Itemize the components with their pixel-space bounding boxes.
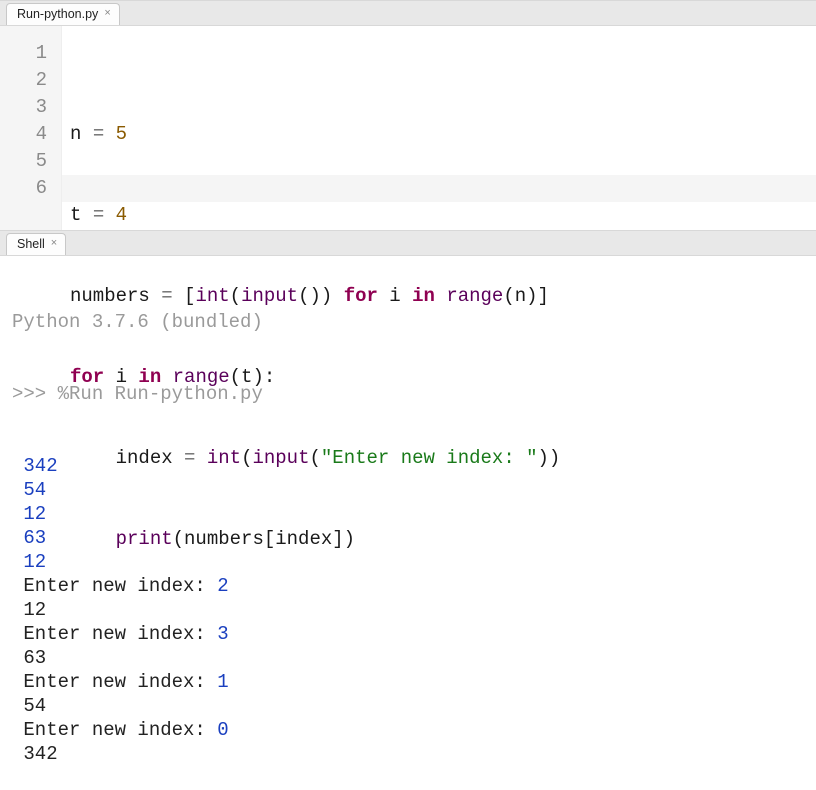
line-number: 3	[0, 94, 47, 121]
line-number-gutter: 1 2 3 4 5 6	[0, 26, 62, 230]
shell-tab[interactable]: Shell ×	[6, 233, 66, 255]
line-number: 5	[0, 148, 47, 175]
line-number: 1	[0, 40, 47, 67]
shell-line: Enter new index: 3	[12, 622, 816, 646]
code-content[interactable]: n = 5 t = 4 numbers = [int(input()) for …	[62, 26, 816, 230]
current-line-highlight	[62, 175, 816, 202]
editor-tab-label: Run-python.py	[17, 7, 98, 21]
shell-program-output: 342	[23, 743, 57, 765]
line-number: 4	[0, 121, 47, 148]
shell-program-output: Enter new index:	[23, 623, 217, 645]
shell-user-input: 1	[217, 671, 228, 693]
editor-tabbar: Run-python.py ×	[0, 0, 816, 26]
shell-user-input: 3	[217, 623, 228, 645]
code-line: n = 5	[70, 121, 816, 148]
shell-user-input: 342	[23, 455, 57, 477]
editor-tab[interactable]: Run-python.py ×	[6, 3, 120, 25]
shell-program-output: Enter new index:	[23, 671, 217, 693]
shell-user-input: 12	[23, 551, 46, 573]
shell-program-output: 63	[23, 647, 46, 669]
shell-program-output: Enter new index:	[23, 719, 217, 741]
code-line: t = 4	[70, 202, 816, 229]
code-editor[interactable]: 1 2 3 4 5 6 n = 5 t = 4 numbers = [int(i…	[0, 26, 816, 230]
shell-user-input: 12	[23, 503, 46, 525]
shell-program-output: 54	[23, 695, 46, 717]
shell-line: 63	[12, 646, 816, 670]
code-line: for i in range(t):	[70, 364, 816, 391]
shell-line: 54	[12, 694, 816, 718]
shell-program-output: 12	[23, 599, 46, 621]
code-line: numbers = [int(input()) for i in range(n…	[70, 283, 816, 310]
shell-line: 342	[12, 742, 816, 766]
code-line: print(numbers[index])	[70, 526, 816, 553]
code-line: index = int(input("Enter new index: "))	[70, 445, 816, 472]
close-icon[interactable]: ×	[104, 8, 110, 19]
shell-tab-label: Shell	[17, 237, 45, 251]
shell-user-input: 63	[23, 527, 46, 549]
shell-line: Enter new index: 1	[12, 670, 816, 694]
shell-user-input: 54	[23, 479, 46, 501]
shell-user-input: 0	[217, 719, 228, 741]
shell-prompt: >>>	[12, 383, 58, 405]
line-number: 6	[0, 175, 47, 202]
close-icon[interactable]: ×	[51, 238, 57, 249]
shell-line: Enter new index: 0	[12, 718, 816, 742]
line-number: 2	[0, 67, 47, 94]
